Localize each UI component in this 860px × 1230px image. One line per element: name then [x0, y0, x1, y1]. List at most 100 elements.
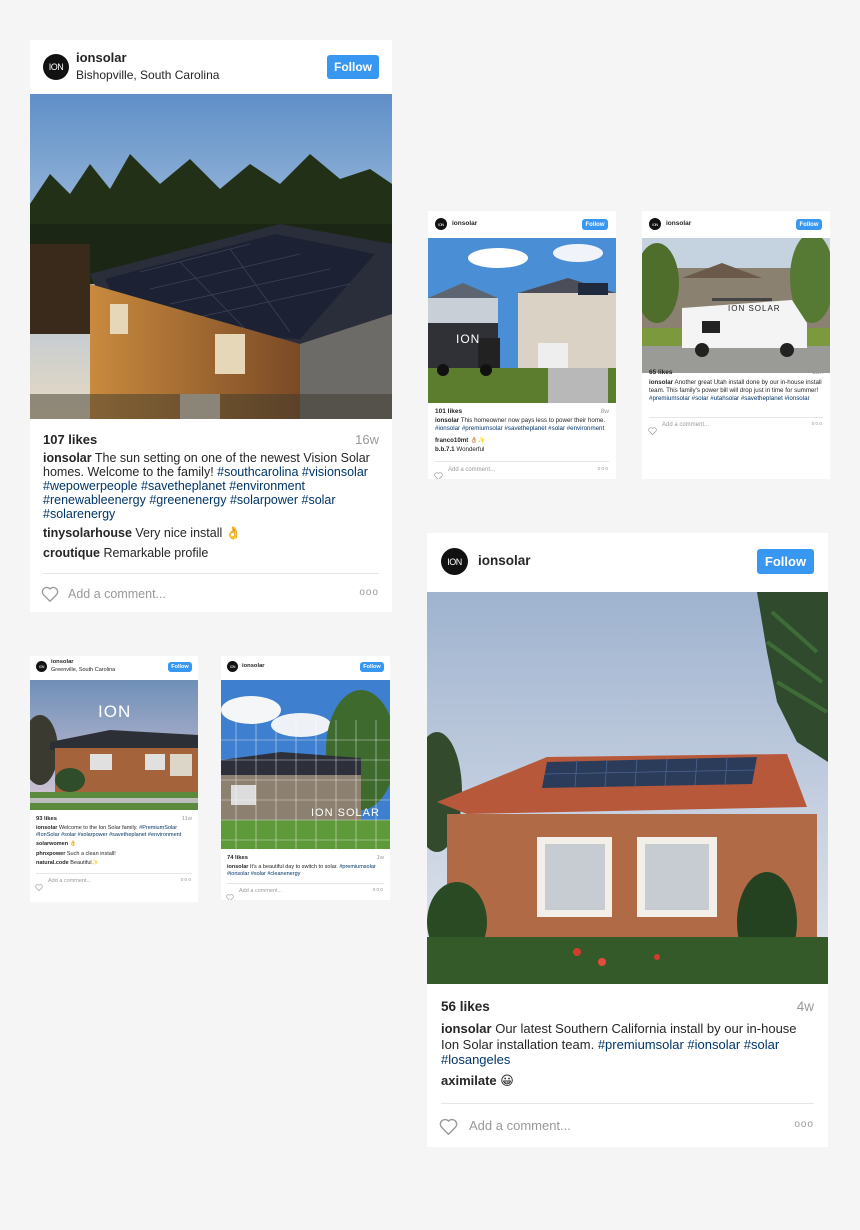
follow-button[interactable]: Follow — [582, 219, 608, 230]
comment-row: phnxpower Such a clean install! — [36, 851, 116, 857]
caption-text: This homeowner now pays less to power th… — [460, 417, 606, 424]
caption-username[interactable]: ionsolar — [36, 825, 57, 831]
add-comment-input[interactable]: Add a comment... — [448, 467, 495, 473]
overlay-logo-text: ION — [98, 702, 132, 721]
post-card-southern-california: ION ionsolar Follow 56 likes 4w ionsolar… — [427, 533, 828, 1147]
likes-count[interactable]: 65 likes — [649, 369, 673, 376]
likes-count[interactable]: 56 likes — [441, 999, 490, 1014]
avatar[interactable]: ION — [649, 218, 661, 230]
caption-username[interactable]: ionsolar — [649, 379, 673, 386]
follow-button[interactable]: Follow — [757, 549, 814, 574]
comment-row: franco10mt 👌🏼✨ — [435, 436, 486, 444]
follow-button[interactable]: Follow — [360, 662, 384, 672]
van-logo-text: ION SOLAR — [728, 304, 781, 313]
post-card-bishopville: ION ionsolar Bishopville, South Carolina… — [30, 40, 392, 612]
comment-row: tinysolarhouse Very nice install 👌 — [43, 526, 241, 541]
post-username[interactable]: ionsolar — [51, 659, 74, 665]
heart-icon[interactable] — [35, 878, 43, 892]
caption-username[interactable]: ionsolar — [43, 451, 92, 465]
more-options-icon[interactable]: ooo — [794, 1119, 814, 1130]
post-photo[interactable]: ION — [428, 238, 616, 403]
post-age: 11w — [181, 816, 192, 822]
add-comment-input[interactable]: Add a comment... — [469, 1118, 571, 1133]
add-comment-input[interactable]: Add a comment... — [239, 888, 282, 894]
avatar[interactable]: ION — [227, 661, 238, 672]
comment-username[interactable]: croutique — [43, 546, 100, 560]
caption-hashtags[interactable]: #ionsolar #premiumsolar #savetheplanet #… — [435, 425, 604, 432]
heart-icon[interactable] — [439, 1118, 458, 1136]
post-caption: ionsolar It's a beautiful day to switch … — [227, 864, 387, 878]
post-photo[interactable]: ION SOLAR — [642, 238, 830, 373]
post-username[interactable]: ionsolar — [76, 50, 127, 65]
more-options-icon[interactable]: ooo — [373, 887, 384, 893]
heart-icon[interactable] — [41, 586, 59, 603]
post-photo[interactable]: ION SOLAR — [221, 680, 390, 849]
comment-username[interactable]: tinysolarhouse — [43, 526, 132, 540]
post-caption: ionsolar This homeowner now pays less to… — [435, 417, 611, 433]
caption-username[interactable]: ionsolar — [435, 417, 459, 424]
comment-text: Such a clean install! — [66, 851, 116, 857]
caption-username[interactable]: ionsolar — [441, 1021, 492, 1036]
post-location[interactable]: Greenville, South Carolina — [51, 667, 115, 673]
more-options-icon[interactable]: ooo — [812, 421, 823, 427]
comment-row: b.b.7.1 Wonderful — [435, 446, 484, 453]
post-caption: ionsolar Welcome to the Ion Solar family… — [36, 825, 194, 839]
tile-roof-home-image — [427, 592, 828, 984]
avatar[interactable]: ION — [441, 548, 468, 575]
follow-button[interactable]: Follow — [168, 662, 192, 672]
divider — [43, 573, 379, 574]
comment-username[interactable]: phnxpower — [36, 851, 65, 857]
likes-count[interactable]: 74 likes — [227, 855, 248, 861]
caption-hashtags[interactable]: #premiumsolar #solar #utahsolar #savethe… — [649, 395, 810, 402]
comment-username[interactable]: aximilate — [441, 1073, 497, 1088]
post-photo[interactable]: ION — [30, 680, 198, 810]
likes-count[interactable]: 93 likes — [36, 816, 57, 822]
comment-row: aximilate 😀 — [441, 1073, 514, 1089]
post-photo[interactable] — [30, 94, 392, 419]
truck-logo-text: ION — [456, 332, 481, 346]
post-caption: ionsolar Another great Utah install done… — [649, 379, 825, 402]
heart-icon[interactable] — [226, 888, 234, 900]
post-username[interactable]: ionsolar — [478, 553, 531, 568]
comment-text: Remarkable profile — [103, 546, 209, 560]
divider — [435, 461, 609, 462]
more-options-icon[interactable]: ooo — [181, 877, 192, 883]
post-username[interactable]: ionsolar — [452, 220, 477, 227]
brick-ranch-home-image — [30, 680, 198, 810]
post-location[interactable]: Bishopville, South Carolina — [76, 68, 219, 82]
comment-username[interactable]: b.b.7.1 — [435, 446, 455, 453]
avatar[interactable]: ION — [43, 54, 69, 80]
comment-text: Beautiful✨ — [70, 860, 99, 866]
add-comment-input[interactable]: Add a comment... — [48, 878, 91, 884]
add-comment-input[interactable]: Add a comment... — [662, 422, 709, 428]
divider — [227, 883, 384, 884]
comment-username[interactable]: natural.code — [36, 860, 69, 866]
more-options-icon[interactable]: ooo — [359, 587, 379, 598]
caption-text: Welcome to the Ion Solar family. — [58, 825, 138, 831]
likes-count[interactable]: 107 likes — [43, 432, 97, 447]
heart-icon[interactable] — [648, 422, 657, 436]
overlay-logo-text: ION SOLAR — [311, 807, 380, 819]
post-caption: ionsolar Our latest Southern California … — [441, 1021, 813, 1068]
comment-username[interactable]: franco10mt — [435, 437, 468, 444]
post-card-truck: ION ionsolar Follow ION 101 likes 8w ion… — [428, 211, 616, 479]
comment-username[interactable]: solarwomen — [36, 841, 68, 847]
post-age: 16w — [355, 432, 379, 447]
caption-text: Another great Utah install done by our i… — [649, 379, 822, 394]
caption-username[interactable]: ionsolar — [227, 864, 248, 870]
heart-icon[interactable] — [434, 467, 443, 479]
divider — [36, 873, 192, 874]
avatar[interactable]: ION — [36, 661, 47, 672]
likes-count[interactable]: 101 likes — [435, 408, 462, 415]
follow-button[interactable]: Follow — [327, 55, 379, 79]
more-options-icon[interactable]: ooo — [598, 466, 609, 472]
post-username[interactable]: ionsolar — [242, 663, 265, 669]
comment-row: solarwomen 👌 — [36, 841, 76, 847]
divider — [441, 1103, 814, 1104]
avatar[interactable]: ION — [435, 218, 447, 230]
post-card-van: ION ionsolar Follow ION SOLAR 65 likes 1… — [642, 211, 830, 479]
post-photo[interactable] — [427, 592, 828, 984]
add-comment-input[interactable]: Add a comment... — [68, 587, 166, 601]
follow-button[interactable]: Follow — [796, 219, 822, 230]
post-username[interactable]: ionsolar — [666, 220, 691, 227]
